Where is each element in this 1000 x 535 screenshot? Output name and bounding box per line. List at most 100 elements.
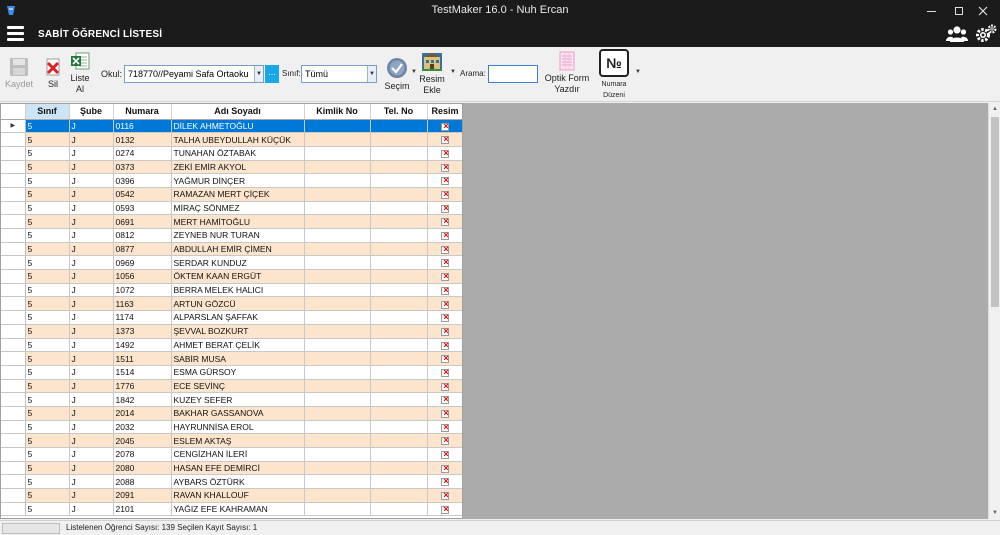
table-row[interactable]: 5 J 0877 ABDULLAH EMİR ÇİMEN [1,242,462,257]
table-row[interactable]: 5 J 1842 KUZEY SEFER [1,392,462,407]
cell-id[interactable] [304,447,371,462]
class-combobox[interactable]: Tümü ▼ [301,65,377,83]
cell-number[interactable]: 1514 [113,365,172,380]
cell-class[interactable]: 5 [25,324,70,339]
cell-class[interactable]: 5 [25,461,70,476]
cell-id[interactable] [304,173,371,188]
school-combobox[interactable]: 718770//Peyami Safa Ortaoku ▼ [124,65,264,83]
row-header[interactable] [1,269,26,284]
row-header[interactable] [1,420,26,435]
cell-class[interactable]: 5 [25,406,70,421]
table-row[interactable]: 5 J 0396 YAĞMUR DİNÇER [1,173,462,188]
cell-id[interactable] [304,502,371,517]
cell-number[interactable]: 0396 [113,173,172,188]
cell-number[interactable]: 2045 [113,433,172,448]
row-header[interactable] [1,392,26,407]
users-icon[interactable] [946,25,968,43]
save-button[interactable]: Kaydet [3,57,35,90]
cell-name[interactable]: BAKHAR GASSANOVA [171,406,305,421]
cell-branch[interactable]: J [69,502,114,517]
table-row[interactable]: 5 J 1072 BERRA MELEK HALICI [1,283,462,298]
cell-class[interactable]: 5 [25,283,70,298]
cell-class[interactable]: 5 [25,502,70,517]
cell-branch[interactable]: J [69,461,114,476]
cell-image[interactable] [427,310,462,325]
cell-phone[interactable] [370,447,428,462]
delete-button[interactable]: Sil [42,57,64,90]
table-row[interactable]: 5 J 1514 ESMA GÜRSOY [1,365,462,380]
cell-class[interactable]: 5 [25,242,70,257]
cell-class[interactable]: 5 [25,310,70,325]
table-row[interactable]: 5 J 2014 BAKHAR GASSANOVA [1,406,462,421]
cell-branch[interactable]: J [69,420,114,435]
cell-image[interactable] [427,433,462,448]
cell-name[interactable]: TUNAHAN ÖZTABAK [171,146,305,161]
cell-id[interactable] [304,146,371,161]
cell-image[interactable] [427,160,462,175]
cell-number[interactable]: 0812 [113,228,172,243]
cell-id[interactable] [304,488,371,503]
cell-phone[interactable] [370,488,428,503]
cell-number[interactable]: 2101 [113,502,172,517]
cell-image[interactable] [427,447,462,462]
cell-branch[interactable]: J [69,187,114,202]
cell-id[interactable] [304,187,371,202]
cell-image[interactable] [427,255,462,271]
cell-name[interactable]: ZEYNEB NUR TURAN [171,228,305,243]
cell-id[interactable] [304,365,371,380]
cell-phone[interactable] [370,365,428,380]
cell-image[interactable] [427,201,462,216]
cell-number[interactable]: 1842 [113,392,172,407]
row-header[interactable] [1,365,26,380]
cell-branch[interactable]: J [69,160,114,175]
cell-branch[interactable]: J [69,351,114,366]
cell-name[interactable]: ALPARSLAN ŞAFFAK [171,310,305,325]
cell-name[interactable]: ESLEM AKTAŞ [171,433,305,448]
cell-name[interactable]: SABİR MUSA [171,351,305,366]
cell-phone[interactable] [370,379,428,394]
cell-name[interactable]: ABDULLAH EMİR ÇİMEN [171,242,305,257]
cell-phone[interactable] [370,474,428,490]
cell-name[interactable]: MERT HAMİTOĞLU [171,214,305,229]
column-header-image[interactable]: Resim [427,104,462,120]
cell-number[interactable]: 0274 [113,146,172,161]
cell-id[interactable] [304,433,371,448]
cell-class[interactable]: 5 [25,228,70,243]
table-row[interactable]: 5 J 0274 TUNAHAN ÖZTABAK [1,146,462,161]
cell-name[interactable]: RAMAZAN MERT ÇİÇEK [171,187,305,202]
cell-id[interactable] [304,324,371,339]
row-header[interactable] [1,461,26,476]
cell-name[interactable]: ECE SEVİNÇ [171,379,305,394]
cell-name[interactable]: RAVAN KHALLOUF [171,488,305,503]
row-header[interactable] [1,173,26,188]
number-layout-dropdown-icon[interactable]: ▼ [635,69,641,75]
cell-class[interactable]: 5 [25,255,70,271]
cell-id[interactable] [304,283,371,298]
import-list-button[interactable]: Liste Al [68,51,92,95]
cell-id[interactable] [304,214,371,229]
table-row[interactable]: 5 J 0373 ZEKİ EMİR AKYOL [1,160,462,175]
search-field[interactable] [488,65,538,84]
row-header[interactable] [1,324,26,339]
cell-id[interactable] [304,461,371,476]
cell-phone[interactable] [370,392,428,407]
cell-image[interactable] [427,242,462,257]
cell-id[interactable] [304,310,371,325]
row-header[interactable] [1,502,26,517]
cell-branch[interactable]: J [69,447,114,462]
cell-branch[interactable]: J [69,338,114,353]
table-row[interactable]: 5 J 1174 ALPARSLAN ŞAFFAK [1,310,462,325]
table-row[interactable]: 5 J 1776 ECE SEVİNÇ [1,379,462,394]
table-row[interactable]: 5 J 2078 CENGİZHAN İLERİ [1,447,462,462]
cell-image[interactable] [427,228,462,243]
row-header[interactable] [1,351,26,366]
table-row[interactable]: 5 J 0593 MİRAÇ SÖNMEZ [1,201,462,216]
cell-phone[interactable] [370,242,428,257]
cell-number[interactable]: 1373 [113,324,172,339]
table-row[interactable]: 5 J 1511 SABİR MUSA [1,351,462,366]
cell-id[interactable] [304,420,371,435]
cell-id[interactable] [304,228,371,243]
cell-phone[interactable] [370,269,428,284]
cell-branch[interactable]: J [69,392,114,407]
row-header[interactable] [1,255,26,271]
